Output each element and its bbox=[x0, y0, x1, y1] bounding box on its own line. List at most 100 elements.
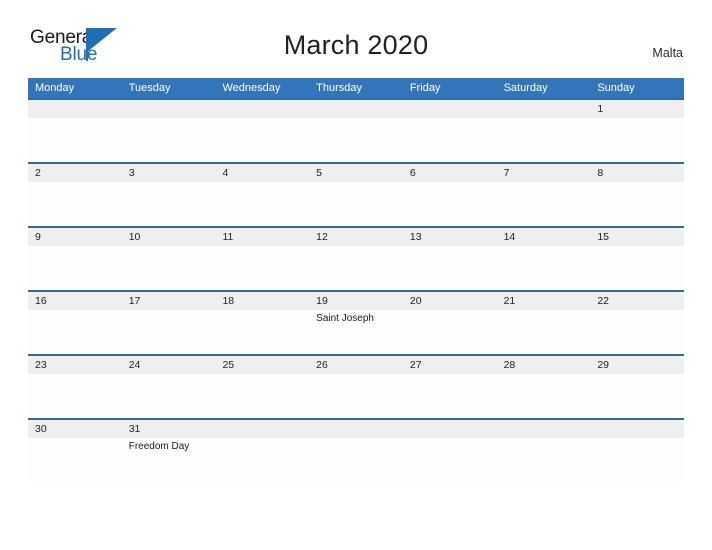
weekday-tuesday: Tuesday bbox=[128, 82, 171, 94]
day-cell[interactable] bbox=[590, 310, 684, 354]
day-number[interactable] bbox=[309, 420, 403, 438]
day-number[interactable]: 12 bbox=[309, 228, 403, 246]
day-cell[interactable]: Saint Joseph bbox=[309, 310, 403, 354]
day-number[interactable]: 24 bbox=[122, 356, 216, 374]
day-cell[interactable] bbox=[309, 118, 403, 162]
day-cell[interactable] bbox=[497, 374, 591, 418]
day-number[interactable]: 11 bbox=[215, 228, 309, 246]
day-number[interactable] bbox=[497, 100, 591, 118]
day-number[interactable]: 10 bbox=[122, 228, 216, 246]
week-number-band: 2 3 4 5 6 7 8 bbox=[28, 164, 684, 182]
day-number[interactable]: 1 bbox=[590, 100, 684, 118]
day-cell[interactable] bbox=[403, 246, 497, 290]
day-number[interactable]: 4 bbox=[215, 164, 309, 182]
day-cell[interactable] bbox=[497, 438, 591, 482]
day-number[interactable]: 27 bbox=[403, 356, 497, 374]
week-event-band: Saint Joseph bbox=[28, 310, 684, 354]
week-number-band: 9 10 11 12 13 14 15 bbox=[28, 228, 684, 246]
day-cell[interactable] bbox=[122, 310, 216, 354]
day-number[interactable]: 2 bbox=[28, 164, 122, 182]
week-row: 30 31 Freedom Day bbox=[28, 418, 684, 482]
day-cell[interactable] bbox=[590, 118, 684, 162]
day-cell[interactable] bbox=[122, 246, 216, 290]
day-cell[interactable] bbox=[497, 310, 591, 354]
weekday-thursday: Thursday bbox=[316, 82, 363, 94]
day-cell[interactable] bbox=[590, 438, 684, 482]
day-number[interactable]: 15 bbox=[590, 228, 684, 246]
day-number[interactable] bbox=[28, 100, 122, 118]
day-number[interactable]: 26 bbox=[309, 356, 403, 374]
day-number[interactable]: 18 bbox=[215, 292, 309, 310]
day-cell[interactable] bbox=[122, 118, 216, 162]
day-cell[interactable] bbox=[403, 118, 497, 162]
day-number[interactable]: 21 bbox=[497, 292, 591, 310]
day-cell[interactable] bbox=[403, 374, 497, 418]
day-cell[interactable] bbox=[215, 246, 309, 290]
day-cell[interactable] bbox=[28, 438, 122, 482]
day-number[interactable]: 8 bbox=[590, 164, 684, 182]
weekday-friday: Friday bbox=[409, 82, 441, 94]
day-cell[interactable] bbox=[590, 246, 684, 290]
day-number[interactable] bbox=[309, 100, 403, 118]
weekday-wednesday: Wednesday bbox=[222, 82, 281, 94]
day-cell[interactable] bbox=[28, 118, 122, 162]
day-number[interactable]: 31 bbox=[122, 420, 216, 438]
day-number[interactable]: 9 bbox=[28, 228, 122, 246]
day-cell[interactable] bbox=[403, 310, 497, 354]
day-cell[interactable] bbox=[590, 374, 684, 418]
day-cell[interactable] bbox=[122, 374, 216, 418]
week-event-band bbox=[28, 374, 684, 418]
day-number[interactable]: 20 bbox=[403, 292, 497, 310]
day-cell[interactable] bbox=[309, 246, 403, 290]
week-event-band bbox=[28, 246, 684, 290]
day-cell[interactable] bbox=[403, 182, 497, 226]
country-label: Malta bbox=[652, 46, 683, 60]
day-cell[interactable] bbox=[28, 374, 122, 418]
day-number[interactable] bbox=[403, 100, 497, 118]
week-number-band: 23 24 25 26 27 28 29 bbox=[28, 356, 684, 374]
day-number[interactable]: 25 bbox=[215, 356, 309, 374]
day-cell[interactable] bbox=[497, 118, 591, 162]
day-cell[interactable] bbox=[590, 182, 684, 226]
day-number[interactable] bbox=[590, 420, 684, 438]
day-number[interactable]: 14 bbox=[497, 228, 591, 246]
day-number[interactable]: 3 bbox=[122, 164, 216, 182]
event-label: Saint Joseph bbox=[316, 313, 374, 324]
day-cell[interactable] bbox=[403, 438, 497, 482]
day-cell[interactable] bbox=[215, 438, 309, 482]
day-number[interactable]: 16 bbox=[28, 292, 122, 310]
day-number[interactable]: 19 bbox=[309, 292, 403, 310]
day-number[interactable]: 28 bbox=[497, 356, 591, 374]
day-cell[interactable] bbox=[215, 182, 309, 226]
day-cell[interactable] bbox=[309, 374, 403, 418]
day-number[interactable]: 5 bbox=[309, 164, 403, 182]
day-cell[interactable] bbox=[215, 374, 309, 418]
day-cell[interactable] bbox=[497, 182, 591, 226]
day-number[interactable]: 29 bbox=[590, 356, 684, 374]
day-cell[interactable] bbox=[215, 310, 309, 354]
day-cell[interactable] bbox=[309, 438, 403, 482]
day-number[interactable] bbox=[215, 100, 309, 118]
week-row: 1 bbox=[28, 98, 684, 162]
day-number[interactable] bbox=[215, 420, 309, 438]
day-cell[interactable] bbox=[28, 246, 122, 290]
calendar-grid: Monday Tuesday Wednesday Thursday Friday… bbox=[28, 78, 684, 482]
day-number[interactable]: 6 bbox=[403, 164, 497, 182]
day-cell[interactable] bbox=[28, 182, 122, 226]
day-cell[interactable] bbox=[497, 246, 591, 290]
day-number[interactable] bbox=[497, 420, 591, 438]
day-number[interactable]: 30 bbox=[28, 420, 122, 438]
week-number-band: 16 17 18 19 20 21 22 bbox=[28, 292, 684, 310]
day-number[interactable]: 7 bbox=[497, 164, 591, 182]
day-number[interactable]: 13 bbox=[403, 228, 497, 246]
day-cell[interactable] bbox=[122, 182, 216, 226]
day-number[interactable]: 17 bbox=[122, 292, 216, 310]
day-cell[interactable] bbox=[309, 182, 403, 226]
day-cell[interactable] bbox=[28, 310, 122, 354]
day-number[interactable] bbox=[403, 420, 497, 438]
day-number[interactable]: 23 bbox=[28, 356, 122, 374]
day-number[interactable]: 22 bbox=[590, 292, 684, 310]
day-number[interactable] bbox=[122, 100, 216, 118]
day-cell[interactable] bbox=[215, 118, 309, 162]
day-cell[interactable]: Freedom Day bbox=[122, 438, 216, 482]
